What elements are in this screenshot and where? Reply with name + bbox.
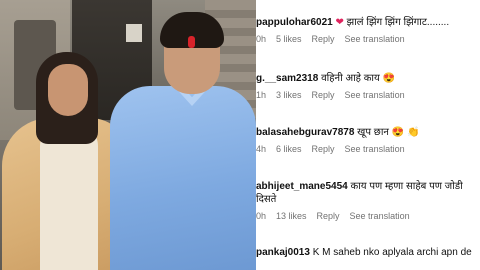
comment-item: pankaj0013 K M saheb nko aplyala archi a… bbox=[256, 246, 480, 259]
reply-button[interactable]: Reply bbox=[312, 33, 335, 45]
comment-meta: 1h 3 likes Reply See translation bbox=[256, 89, 480, 101]
comment-meta: 4h 6 likes Reply See translation bbox=[256, 143, 480, 155]
woman-top bbox=[40, 122, 98, 270]
comment-text: वहिनी आहे काय bbox=[321, 73, 380, 84]
wall-sign bbox=[126, 24, 142, 42]
heart-emoji-icon: ❤ bbox=[335, 17, 344, 28]
comment-body: abhijeet_mane5454 काय पण म्हणा साहेब पण … bbox=[256, 180, 480, 206]
likes-count[interactable]: 5 likes bbox=[276, 33, 302, 45]
reply-button[interactable]: Reply bbox=[312, 89, 335, 101]
comment-body: g.__sam2318 वहिनी आहे काय 😍 bbox=[256, 72, 480, 85]
see-translation-button[interactable]: See translation bbox=[345, 89, 405, 101]
comment-time: 1h bbox=[256, 90, 267, 100]
comments-panel: pappulohar6021 ❤ झालं झिंग झिंग झिंगाट..… bbox=[256, 0, 480, 270]
comment-username[interactable]: pappulohar6021 bbox=[256, 17, 333, 28]
woman-face bbox=[48, 64, 88, 116]
comment-text: झालं झिंग झिंग झिंगाट........ bbox=[346, 17, 450, 28]
comment-username[interactable]: g.__sam2318 bbox=[256, 73, 318, 84]
comment-body: pappulohar6021 ❤ झालं झिंग झिंग झिंगाट..… bbox=[256, 16, 480, 29]
comment-time: 0h bbox=[256, 211, 267, 221]
man-shirt bbox=[110, 86, 256, 270]
comment-item: balasahebgurav7878 खूप छान 😍 👏 4h 6 like… bbox=[256, 126, 480, 155]
reply-button[interactable]: Reply bbox=[317, 210, 340, 222]
comment-username[interactable]: abhijeet_mane5454 bbox=[256, 181, 348, 192]
see-translation-button[interactable]: See translation bbox=[345, 33, 405, 45]
see-translation-button[interactable]: See translation bbox=[345, 143, 405, 155]
comment-text: K M saheb nko aplyala archi apn de bbox=[312, 247, 472, 258]
see-translation-button[interactable]: See translation bbox=[350, 210, 410, 222]
comment-time: 0h bbox=[256, 34, 267, 44]
likes-count[interactable]: 3 likes bbox=[276, 89, 302, 101]
comment-time: 4h bbox=[256, 144, 267, 154]
comment-body: balasahebgurav7878 खूप छान 😍 👏 bbox=[256, 126, 480, 139]
post-photo bbox=[0, 0, 256, 270]
heart-eyes-clap-emoji-icon: 😍 👏 bbox=[391, 127, 420, 138]
likes-count[interactable]: 6 likes bbox=[276, 143, 302, 155]
reply-button[interactable]: Reply bbox=[312, 143, 335, 155]
comment-item: abhijeet_mane5454 काय पण म्हणा साहेब पण … bbox=[256, 180, 480, 222]
comment-item: g.__sam2318 वहिनी आहे काय 😍 1h 3 likes R… bbox=[256, 72, 480, 101]
comment-body: pankaj0013 K M saheb nko aplyala archi a… bbox=[256, 246, 480, 259]
comment-username[interactable]: balasahebgurav7878 bbox=[256, 127, 354, 138]
comment-item: pappulohar6021 ❤ झालं झिंग झिंग झिंगाट..… bbox=[256, 16, 480, 45]
comment-meta: 0h 13 likes Reply See translation bbox=[256, 210, 480, 222]
heart-eyes-emoji-icon: 😍 bbox=[382, 73, 396, 84]
comment-username[interactable]: pankaj0013 bbox=[256, 247, 310, 258]
tilak-mark bbox=[188, 36, 195, 48]
comment-meta: 0h 5 likes Reply See translation bbox=[256, 33, 480, 45]
comment-text: खूप छान bbox=[357, 127, 389, 138]
likes-count[interactable]: 13 likes bbox=[276, 210, 307, 222]
